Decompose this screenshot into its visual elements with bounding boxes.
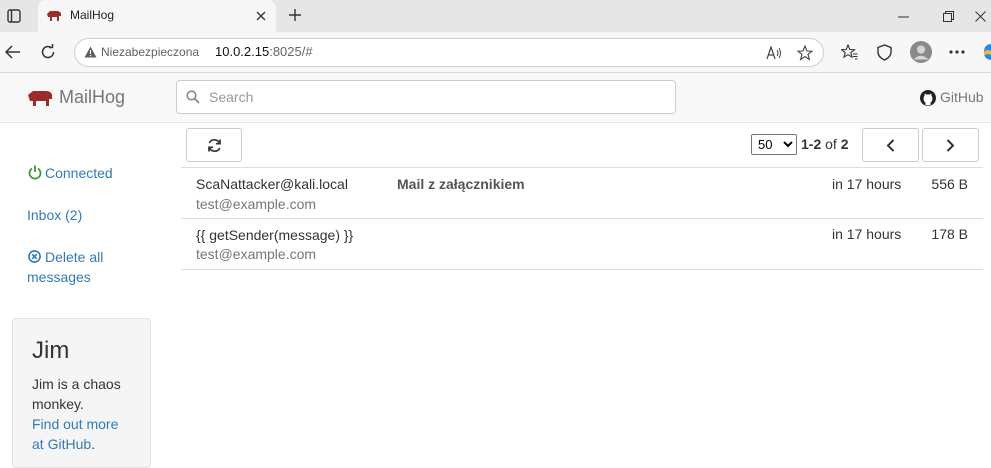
jim-title: Jim [32, 337, 70, 364]
chevron-right-icon [946, 138, 955, 152]
read-aloud-icon[interactable] [764, 43, 784, 63]
reload-icon[interactable] [37, 41, 59, 63]
search-box[interactable] [176, 80, 676, 114]
url-text[interactable]: 10.0.2.15:8025/# [215, 44, 313, 59]
per-page-select[interactable]: 102550100 [751, 134, 797, 155]
list-bottom-border [181, 269, 983, 270]
new-tab-icon[interactable] [284, 4, 306, 26]
tab-actions-icon[interactable] [4, 6, 24, 26]
copilot-icon[interactable] [982, 42, 991, 62]
refresh-button[interactable] [186, 128, 242, 162]
close-window-icon[interactable] [970, 6, 990, 26]
warning-icon[interactable] [83, 45, 97, 59]
github-label: GitHub [940, 89, 984, 105]
back-icon[interactable] [2, 41, 24, 63]
previous-page-button[interactable] [862, 128, 919, 162]
more-options-icon[interactable] [946, 41, 968, 63]
jim-text-line2: monkey. [32, 396, 84, 412]
message-size: 556 B [931, 176, 968, 192]
connected-label: Connected [45, 165, 113, 181]
search-icon [186, 90, 200, 104]
jim-panel: Jim Jim is a chaos monkey. Find out more… [12, 318, 151, 468]
message-size: 178 B [931, 226, 968, 242]
delete-all-line1: Delete all [45, 249, 104, 265]
delete-circle-x-icon [27, 249, 41, 263]
jim-github-link-line1[interactable]: Find out more [32, 416, 118, 432]
message-to: test@example.com [196, 196, 317, 212]
brand-name: MailHog [59, 87, 126, 107]
message-time: in 17 hours [832, 226, 902, 242]
url-host: 10.0.2.15 [215, 44, 270, 59]
favorite-star-icon[interactable] [795, 43, 815, 63]
jim-github-link-line2: at GitHub. [32, 436, 95, 452]
search-input[interactable] [207, 88, 651, 106]
delete-all-messages-link[interactable]: Delete all messages [27, 248, 137, 290]
of-word: of [825, 136, 837, 152]
tab-close-icon[interactable] [252, 7, 270, 25]
jim-github-link-text[interactable]: at GitHub [32, 436, 91, 452]
github-icon [920, 90, 936, 106]
chevron-left-icon [886, 138, 895, 152]
browser-tab-mailhog[interactable]: MailHog [38, 0, 276, 32]
message-time: in 17 hours [832, 176, 902, 192]
minimize-icon[interactable] [892, 6, 914, 26]
profile-avatar-icon[interactable] [909, 40, 933, 64]
range-value: 1-2 [801, 136, 822, 152]
message-subject: Mail z załącznikiem [397, 176, 525, 192]
pagination-range: 1-2 of 2 [801, 136, 849, 152]
url-rest: :8025/# [269, 44, 313, 59]
message-to: test@example.com [196, 246, 317, 262]
jim-period: . [91, 436, 96, 452]
restore-icon[interactable] [937, 6, 959, 26]
security-label[interactable]: Niezabezpieczona [101, 45, 199, 59]
favorites-icon[interactable] [838, 41, 860, 63]
message-from: {{ getSender(message) }} [196, 227, 354, 243]
jim-text-line1: Jim is a chaos [32, 376, 121, 392]
mailhog-pig-logo-icon [27, 88, 53, 108]
address-bar[interactable]: Niezabezpieczona 10.0.2.15:8025/# [74, 38, 824, 67]
inbox-link[interactable]: Inbox (2) [27, 207, 82, 223]
delete-all-line2: messages [27, 269, 91, 285]
refresh-icon [207, 138, 221, 152]
power-icon [27, 164, 42, 180]
message-row[interactable]: ScaNattacker@kali.local Mail z załącznik… [181, 168, 983, 218]
mailhog-favicon-icon [45, 8, 63, 24]
total-value: 2 [840, 136, 849, 152]
message-from: ScaNattacker@kali.local [196, 176, 348, 192]
tab-title: MailHog [70, 8, 115, 22]
message-row[interactable]: {{ getSender(message) }} test@example.co… [181, 219, 983, 269]
next-page-button[interactable] [922, 128, 979, 162]
shield-icon[interactable] [873, 41, 895, 63]
